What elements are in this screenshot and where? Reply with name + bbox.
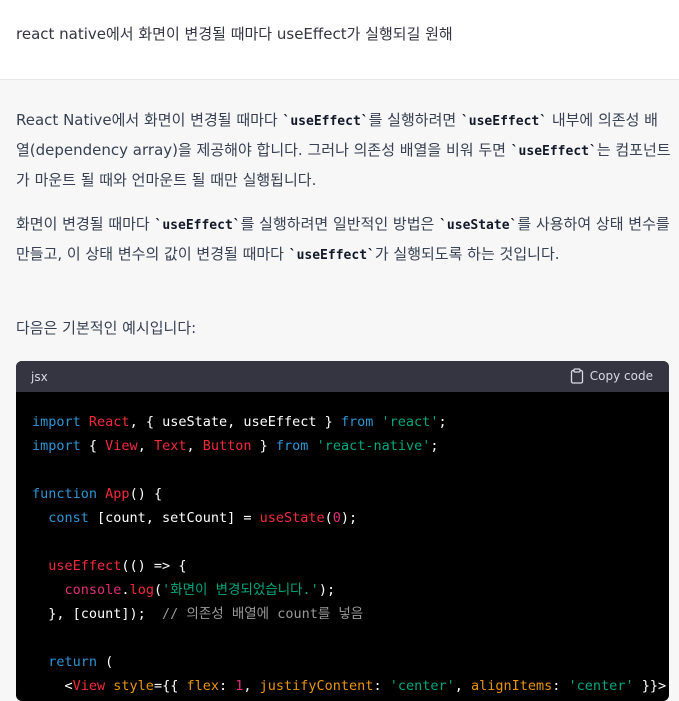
text: 를 실행하려면	[368, 111, 461, 129]
code-content: import React, { useState, useEffect } fr…	[32, 414, 667, 694]
copy-code-button[interactable]: Copy code	[570, 368, 653, 384]
copy-code-label: Copy code	[589, 369, 653, 383]
text: React Native에서 화면이 변경될 때마다	[16, 111, 283, 129]
code-block: jsx Copy code import React, { useState, …	[16, 361, 669, 701]
inline-code: `useEffect`	[460, 114, 548, 129]
inline-code: `useState`	[439, 218, 518, 233]
answer-paragraph-3: 다음은 기본적인 예시입니다:	[16, 319, 197, 337]
inline-code: `useEffect`	[282, 114, 369, 129]
inline-code: `useEffect`	[288, 248, 375, 263]
user-message-text: react native에서 화면이 변경될 때마다 useEffect가 실행…	[16, 25, 453, 43]
code-language: jsx	[31, 370, 48, 384]
inline-code: `useEffect`	[154, 218, 241, 233]
text: 화면이 변경될 때마다	[16, 215, 155, 233]
code-header: jsx Copy code	[16, 361, 669, 392]
user-message: react native에서 화면이 변경될 때마다 useEffect가 실행…	[0, 0, 679, 80]
text: 를 실행하려면 일반적인 방법은	[240, 215, 440, 233]
answer-paragraph-2: 화면이 변경될 때마다 `useEffect`를 실행하려면 일반적인 방법은 …	[16, 210, 671, 270]
inline-code: `useEffect`	[510, 144, 597, 159]
answer-paragraph-1: React Native에서 화면이 변경될 때마다 `useEffect`를 …	[16, 106, 671, 194]
clipboard-icon	[570, 368, 584, 384]
text: 가 실행되도록 하는 것입니다.	[374, 245, 560, 263]
